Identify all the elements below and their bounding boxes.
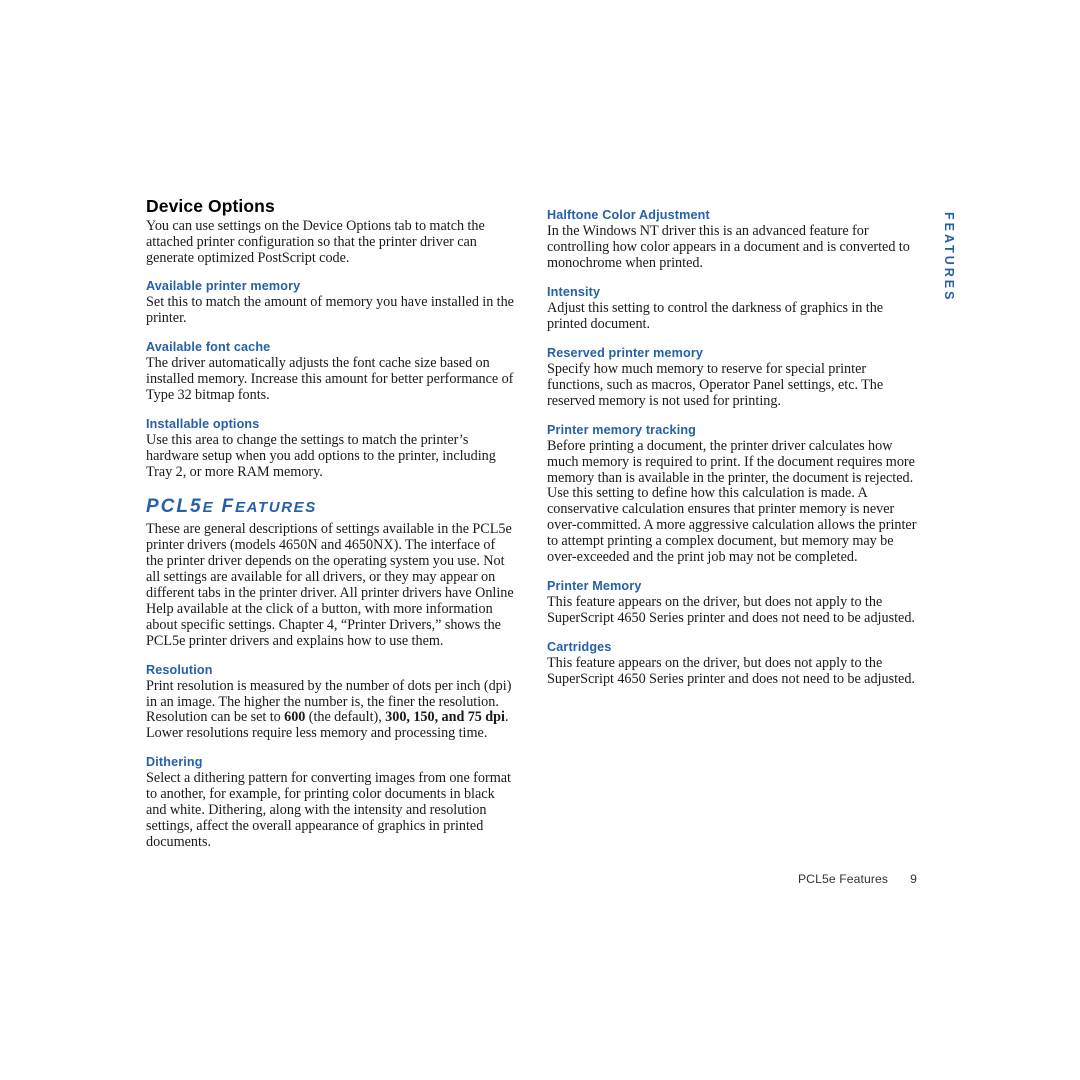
body-cartridges: This feature appears on the driver, but … (547, 654, 915, 687)
page-title: Device Options (146, 196, 275, 216)
body-intensity: Adjust this setting to control the darkn… (547, 299, 884, 332)
body-dithering: Select a dithering pattern for convertin… (146, 770, 511, 851)
section-heading-main: PCL5 (146, 496, 203, 518)
body-resolution: Print resolution is measured by the numb… (146, 678, 514, 743)
intro-paragraph: You can use settings on the Device Optio… (146, 218, 485, 266)
side-tab-features: FEATURES (942, 212, 956, 303)
body-pcl5e-features-intro: These are general descriptions of settin… (146, 521, 514, 649)
subheading-halftone-color-adjustment: Halftone Color Adjustment (547, 208, 710, 222)
body-halftone-color-adjustment: In the Windows NT driver this is an adva… (547, 223, 910, 271)
subheading-dithering: Dithering (146, 755, 203, 770)
body-reserved-printer-memory: Specify how much memory to reserve for s… (547, 360, 884, 409)
subheading-reserved-printer-memory: Reserved printer memory (547, 345, 704, 360)
subheading-available-font-cache: Available font cache (146, 339, 271, 354)
page-footer: PCL5e Features 9 (547, 872, 917, 886)
section-heading-pcl5e-features: PCL5E FEATURES (146, 496, 514, 518)
section-heading-smallcap-e: E (202, 499, 215, 517)
subheading-resolution: Resolution (146, 662, 213, 677)
section-heading-mid: F (214, 496, 236, 518)
subheading-printer-memory: Printer Memory (547, 578, 642, 593)
subheading-available-printer-memory: Available printer memory (146, 278, 301, 293)
section-heading-smallcap-eatures: EATURES (235, 499, 317, 517)
body-printer-memory-tracking: Before printing a document, the printer … (547, 437, 917, 566)
body-available-printer-memory: Set this to match the amount of memory y… (146, 293, 514, 326)
body-resolution-bold-600: 600 (284, 709, 306, 726)
subheading-cartridges: Cartridges (547, 639, 612, 654)
body-installable-options: Use this area to change the settings to … (146, 431, 496, 480)
subheading-installable-options: Installable options (146, 416, 260, 431)
body-resolution-part2: (the default), (305, 709, 386, 726)
right-column: Halftone Color Adjustment In the Windows… (547, 196, 917, 688)
document-page: Device Options You can use settings on t… (0, 0, 1080, 1080)
footer-label: PCL5e Features (797, 872, 889, 886)
body-resolution-bold-dpi-list: 300, 150, and 75 dpi (385, 709, 505, 726)
body-printer-memory: This feature appears on the driver, but … (547, 594, 915, 626)
left-column: Device Options You can use settings on t… (146, 196, 514, 851)
page-number: 9 (910, 872, 917, 886)
body-available-font-cache: The driver automatically adjusts the fon… (146, 354, 514, 403)
subheading-printer-memory-tracking: Printer memory tracking (547, 422, 697, 437)
subheading-intensity: Intensity (547, 284, 601, 299)
